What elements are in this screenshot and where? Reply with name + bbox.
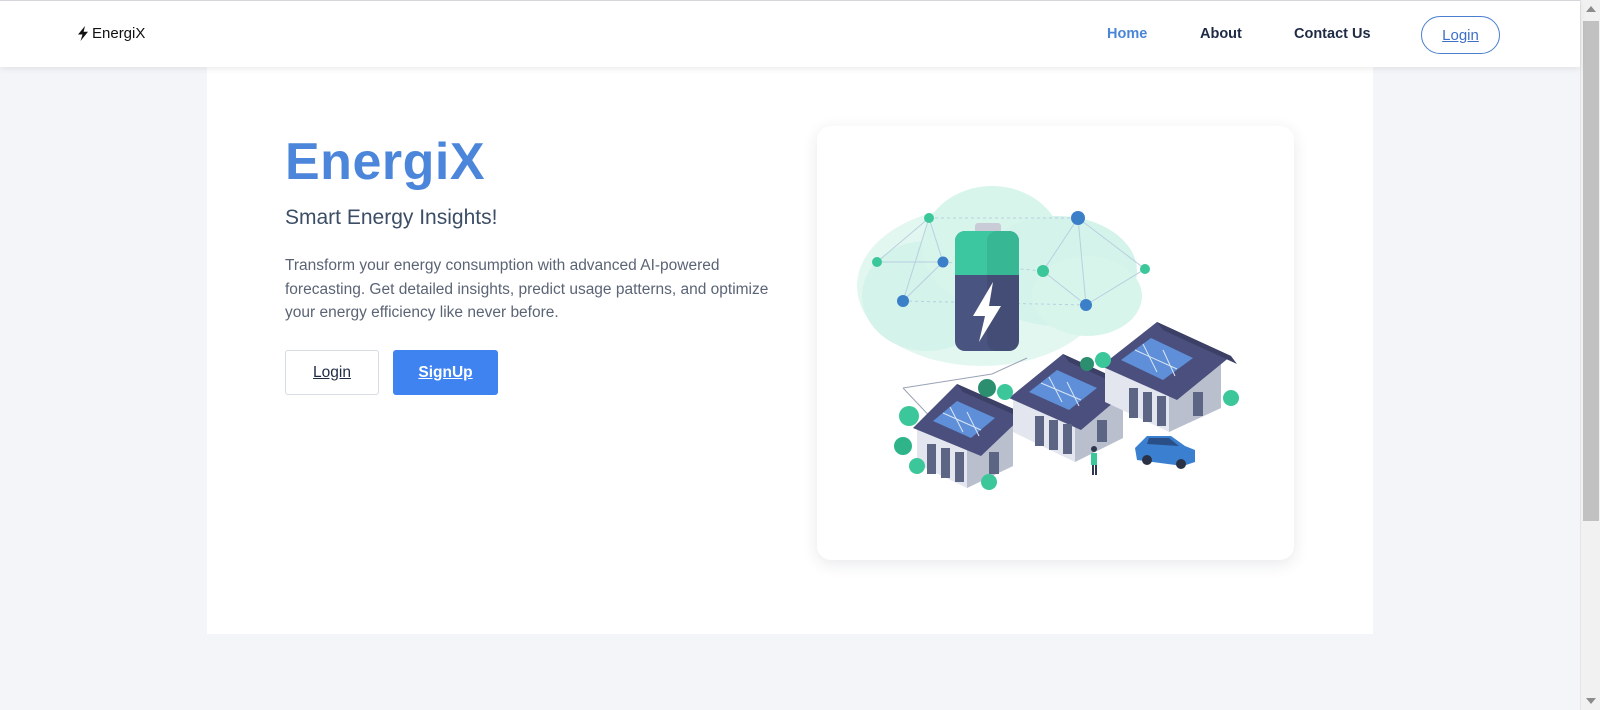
nav-contact-us[interactable]: Contact Us	[1294, 26, 1371, 42]
nav-login-button[interactable]: Login	[1421, 16, 1500, 54]
navbar: EnergiX Home About Contact Us Login	[0, 1, 1580, 67]
brand-name: EnergiX	[92, 25, 146, 42]
scroll-down-arrow-icon[interactable]	[1586, 698, 1596, 704]
brand-logo[interactable]: EnergiX	[77, 25, 145, 42]
page-scrollbar[interactable]	[1580, 0, 1600, 710]
hero-login-button[interactable]: Login	[285, 350, 379, 395]
smart-energy-houses-illustration	[857, 186, 1239, 490]
lightning-bolt-icon	[78, 26, 88, 41]
battery-icon	[955, 223, 1019, 351]
hero-title: EnergiX	[285, 133, 485, 191]
nav-about[interactable]: About	[1200, 26, 1242, 42]
hero-description: Transform your energy consumption with a…	[285, 257, 769, 321]
scroll-up-arrow-icon[interactable]	[1586, 6, 1596, 12]
hero-subtitle: Smart Energy Insights!	[285, 206, 498, 229]
nav-home[interactable]: Home	[1107, 26, 1147, 42]
electric-car-icon	[1135, 436, 1195, 469]
scrollbar-thumb[interactable]	[1583, 21, 1599, 521]
person-figure	[1091, 446, 1097, 475]
hero-signup-button[interactable]: SignUp	[393, 350, 498, 395]
illustration-card	[817, 126, 1294, 560]
